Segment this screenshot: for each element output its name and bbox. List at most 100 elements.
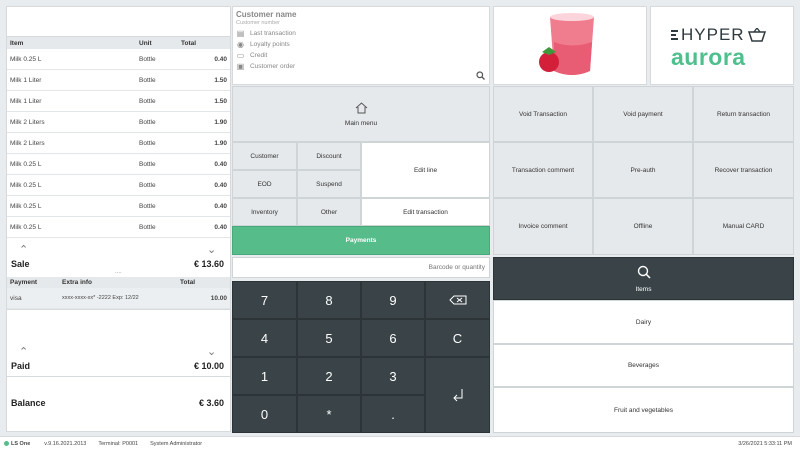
edit-transaction-button[interactable]: Edit transaction xyxy=(361,198,490,226)
truck-icon: ▣ xyxy=(236,62,245,71)
credit-card-icon: ▭ xyxy=(236,51,245,60)
offline-button[interactable]: Offline xyxy=(593,198,693,255)
table-row[interactable]: Milk 2 Liters Bottle 1.90 xyxy=(7,112,230,133)
row-unit: Bottle xyxy=(139,181,156,189)
table-row[interactable]: Milk 1 Liter Bottle 1.50 xyxy=(7,91,230,112)
splitter-handle[interactable]: .... xyxy=(115,269,122,275)
key-6[interactable]: 6 xyxy=(361,319,425,357)
return-transaction-button[interactable]: Return transaction xyxy=(693,86,794,142)
key-3[interactable]: 3 xyxy=(361,357,425,395)
customer-panel[interactable]: Customer name Customer number ▤ Last tran… xyxy=(232,6,490,85)
inventory-button[interactable]: Inventory xyxy=(232,198,297,226)
chevron-up-icon[interactable]: ⌃ xyxy=(19,243,28,256)
edit-line-button[interactable]: Edit line xyxy=(361,142,490,198)
search-icon xyxy=(637,265,651,279)
void-payment-button[interactable]: Void payment xyxy=(593,86,693,142)
logo-hyper: HYPER xyxy=(681,25,745,44)
barcode-field[interactable] xyxy=(232,257,490,278)
table-row[interactable]: Milk 0.25 L Bottle 0.40 xyxy=(7,217,230,238)
items-label: Items xyxy=(635,285,652,293)
table-row[interactable]: Milk 2 Liters Bottle 1.90 xyxy=(7,133,230,154)
row-total: 0.40 xyxy=(214,202,227,210)
chevron-down-icon[interactable]: ⌄ xyxy=(207,345,216,358)
row-unit: Bottle xyxy=(139,160,156,168)
category-fruit-vegetables[interactable]: Fruit and vegetables xyxy=(493,387,794,433)
eod-button[interactable]: EOD xyxy=(232,170,297,198)
backspace-button[interactable] xyxy=(425,281,490,319)
row-total: 1.50 xyxy=(214,97,227,105)
search-icon[interactable] xyxy=(476,71,485,80)
row-unit: Bottle xyxy=(139,118,156,126)
yogurt-strawberry-image xyxy=(539,13,594,75)
invoice-comment-button[interactable]: Invoice comment xyxy=(493,198,593,255)
manual-card-button[interactable]: Manual CARD xyxy=(693,198,794,255)
row-total: 0.40 xyxy=(214,181,227,189)
row-total: 0.40 xyxy=(214,160,227,168)
col-pay-total: Total xyxy=(180,279,196,286)
key-7[interactable]: 7 xyxy=(232,281,297,319)
row-item: Milk 0.25 L xyxy=(10,55,42,63)
payment-extra: xxxx-xxxx-xx* -2222 Exp: 12/22 xyxy=(62,295,139,301)
customer-button[interactable]: Customer xyxy=(232,142,297,170)
row-unit: Bottle xyxy=(139,55,156,63)
paid-label: Paid xyxy=(11,361,31,371)
credit-label: Credit xyxy=(250,52,268,59)
key-0[interactable]: 0 xyxy=(232,395,297,433)
chevron-up-icon[interactable]: ⌃ xyxy=(19,345,28,358)
discount-button[interactable]: Discount xyxy=(297,142,361,170)
recover-transaction-button[interactable]: Recover transaction xyxy=(693,142,794,198)
payment-row[interactable]: visa xxxx-xxxx-xx* -2222 Exp: 12/22 10.0… xyxy=(7,288,230,309)
sale-label: Sale xyxy=(11,259,30,269)
row-total: 1.90 xyxy=(214,118,227,126)
payments-button[interactable]: Payments xyxy=(232,226,490,255)
row-item: Milk 2 Liters xyxy=(10,139,45,147)
award-icon: ◉ xyxy=(237,40,244,49)
table-row[interactable]: Milk 0.25 L Bottle 0.40 xyxy=(7,49,230,70)
pre-auth-button[interactable]: Pre-auth xyxy=(593,142,693,198)
table-row[interactable]: Milk 0.25 L Bottle 0.40 xyxy=(7,154,230,175)
items-list: Milk 0.25 L Bottle 0.40 Milk 1 Liter Bottle… xyxy=(7,49,230,238)
home-icon xyxy=(355,101,367,113)
items-table-header: Item Unit Total xyxy=(7,37,230,49)
row-item: Milk 0.25 L xyxy=(10,223,42,231)
category-beverages[interactable]: Beverages xyxy=(493,344,794,387)
clear-button[interactable]: C xyxy=(425,319,490,357)
payment-type: visa xyxy=(10,294,22,302)
transaction-comment-button[interactable]: Transaction comment xyxy=(493,142,593,198)
key-star[interactable]: * xyxy=(297,395,361,433)
balance-label: Balance xyxy=(11,398,46,408)
row-unit: Bottle xyxy=(139,223,156,231)
other-button[interactable]: Other xyxy=(297,198,361,226)
row-item: Milk 0.25 L xyxy=(10,160,42,168)
key-8[interactable]: 8 xyxy=(297,281,361,319)
suspend-button[interactable]: Suspend xyxy=(297,170,361,198)
key-dot[interactable]: . xyxy=(361,395,425,433)
chevron-down-icon[interactable]: ⌄ xyxy=(207,243,216,256)
main-menu-label: Main menu xyxy=(344,119,378,127)
items-button[interactable]: Items xyxy=(493,257,794,300)
void-transaction-button[interactable]: Void Transaction xyxy=(493,86,593,142)
barcode-input[interactable] xyxy=(233,258,489,277)
table-row[interactable]: Milk 0.25 L Bottle 0.40 xyxy=(7,175,230,196)
category-dairy[interactable]: Dairy xyxy=(493,300,794,344)
last-transaction-label: Last transaction xyxy=(250,30,296,37)
col-extra: Extra info xyxy=(62,279,92,286)
key-5[interactable]: 5 xyxy=(297,319,361,357)
main-menu-button[interactable]: Main menu xyxy=(232,86,490,142)
store-logo: HYPER aurora xyxy=(650,6,794,85)
row-item: Milk 0.25 L xyxy=(10,181,42,189)
enter-button[interactable] xyxy=(425,357,490,433)
sale-amount: € 13.60 xyxy=(193,259,224,269)
enter-icon xyxy=(452,389,462,402)
document-icon: ▤ xyxy=(236,29,245,38)
paid-amount: € 10.00 xyxy=(193,361,224,371)
key-2[interactable]: 2 xyxy=(297,357,361,395)
brand-label: LS One xyxy=(11,440,31,447)
table-row[interactable]: Milk 1 Liter Bottle 1.50 xyxy=(7,70,230,91)
row-unit: Bottle xyxy=(139,76,156,84)
key-1[interactable]: 1 xyxy=(232,357,297,395)
key-4[interactable]: 4 xyxy=(232,319,297,357)
row-total: 0.40 xyxy=(214,55,227,63)
table-row[interactable]: Milk 0.25 L Bottle 0.40 xyxy=(7,196,230,217)
key-9[interactable]: 9 xyxy=(361,281,425,319)
